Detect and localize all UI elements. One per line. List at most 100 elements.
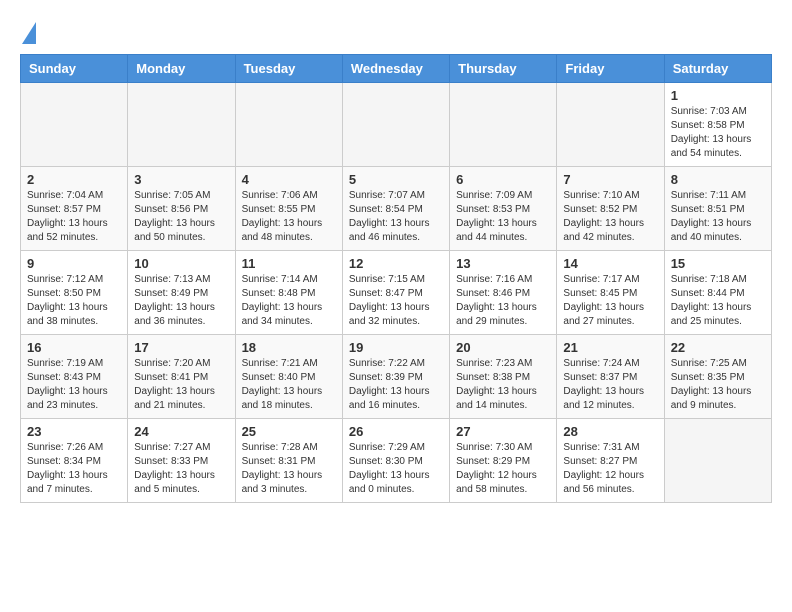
calendar-cell: 23 Sunrise: 7:26 AM Sunset: 8:34 PM Dayli… xyxy=(21,419,128,503)
day-info: Sunrise: 7:20 AM Sunset: 8:41 PM Dayligh… xyxy=(134,357,228,413)
calendar-cell: 20 Sunrise: 7:23 AM Sunset: 8:38 PM Dayli… xyxy=(450,335,557,419)
day-info: Sunrise: 7:29 AM Sunset: 8:30 PM Dayligh… xyxy=(349,441,443,497)
day-number: 19 xyxy=(349,340,443,355)
day-info: Sunrise: 7:05 AM Sunset: 8:56 PM Dayligh… xyxy=(134,189,228,245)
day-number: 28 xyxy=(563,424,657,439)
day-info: Sunrise: 7:21 AM Sunset: 8:40 PM Dayligh… xyxy=(242,357,336,413)
day-number: 22 xyxy=(671,340,765,355)
col-header-wednesday: Wednesday xyxy=(342,55,449,83)
logo xyxy=(20,20,36,44)
day-number: 12 xyxy=(349,256,443,271)
day-info: Sunrise: 7:23 AM Sunset: 8:38 PM Dayligh… xyxy=(456,357,550,413)
calendar-week-4: 23 Sunrise: 7:26 AM Sunset: 8:34 PM Dayli… xyxy=(21,419,772,503)
day-info: Sunrise: 7:31 AM Sunset: 8:27 PM Dayligh… xyxy=(563,441,657,497)
calendar-cell xyxy=(128,83,235,167)
col-header-monday: Monday xyxy=(128,55,235,83)
day-info: Sunrise: 7:27 AM Sunset: 8:33 PM Dayligh… xyxy=(134,441,228,497)
calendar-cell: 7 Sunrise: 7:10 AM Sunset: 8:52 PM Daylig… xyxy=(557,167,664,251)
day-number: 11 xyxy=(242,256,336,271)
day-number: 18 xyxy=(242,340,336,355)
calendar-cell: 1Sunrise: 7:03 AM Sunset: 8:58 PM Daylig… xyxy=(664,83,771,167)
calendar-week-3: 16 Sunrise: 7:19 AM Sunset: 8:43 PM Dayli… xyxy=(21,335,772,419)
calendar-cell: 25 Sunrise: 7:28 AM Sunset: 8:31 PM Dayli… xyxy=(235,419,342,503)
col-header-tuesday: Tuesday xyxy=(235,55,342,83)
day-info: Sunrise: 7:03 AM Sunset: 8:58 PM Dayligh… xyxy=(671,105,765,161)
day-number: 14 xyxy=(563,256,657,271)
day-info: Sunrise: 7:18 AM Sunset: 8:44 PM Dayligh… xyxy=(671,273,765,329)
calendar-cell: 3 Sunrise: 7:05 AM Sunset: 8:56 PM Daylig… xyxy=(128,167,235,251)
calendar-cell: 2 Sunrise: 7:04 AM Sunset: 8:57 PM Daylig… xyxy=(21,167,128,251)
day-info: Sunrise: 7:09 AM Sunset: 8:53 PM Dayligh… xyxy=(456,189,550,245)
day-info: Sunrise: 7:28 AM Sunset: 8:31 PM Dayligh… xyxy=(242,441,336,497)
day-info: Sunrise: 7:19 AM Sunset: 8:43 PM Dayligh… xyxy=(27,357,121,413)
day-number: 5 xyxy=(349,172,443,187)
calendar-cell: 15 Sunrise: 7:18 AM Sunset: 8:44 PM Dayli… xyxy=(664,251,771,335)
day-number: 23 xyxy=(27,424,121,439)
day-info: Sunrise: 7:13 AM Sunset: 8:49 PM Dayligh… xyxy=(134,273,228,329)
day-number: 24 xyxy=(134,424,228,439)
day-info: Sunrise: 7:11 AM Sunset: 8:51 PM Dayligh… xyxy=(671,189,765,245)
calendar-cell xyxy=(450,83,557,167)
day-number: 15 xyxy=(671,256,765,271)
day-info: Sunrise: 7:25 AM Sunset: 8:35 PM Dayligh… xyxy=(671,357,765,413)
day-number: 20 xyxy=(456,340,550,355)
calendar-cell: 12 Sunrise: 7:15 AM Sunset: 8:47 PM Dayli… xyxy=(342,251,449,335)
col-header-sunday: Sunday xyxy=(21,55,128,83)
calendar-cell: 17 Sunrise: 7:20 AM Sunset: 8:41 PM Dayli… xyxy=(128,335,235,419)
day-info: Sunrise: 7:10 AM Sunset: 8:52 PM Dayligh… xyxy=(563,189,657,245)
calendar-cell: 22 Sunrise: 7:25 AM Sunset: 8:35 PM Dayli… xyxy=(664,335,771,419)
calendar-cell: 11 Sunrise: 7:14 AM Sunset: 8:48 PM Dayli… xyxy=(235,251,342,335)
day-number: 10 xyxy=(134,256,228,271)
calendar-cell: 6 Sunrise: 7:09 AM Sunset: 8:53 PM Daylig… xyxy=(450,167,557,251)
calendar-cell: 27 Sunrise: 7:30 AM Sunset: 8:29 PM Dayli… xyxy=(450,419,557,503)
calendar-cell: 19 Sunrise: 7:22 AM Sunset: 8:39 PM Dayli… xyxy=(342,335,449,419)
calendar-table: SundayMondayTuesdayWednesdayThursdayFrid… xyxy=(20,54,772,503)
day-info: Sunrise: 7:07 AM Sunset: 8:54 PM Dayligh… xyxy=(349,189,443,245)
day-info: Sunrise: 7:15 AM Sunset: 8:47 PM Dayligh… xyxy=(349,273,443,329)
day-number: 3 xyxy=(134,172,228,187)
calendar-cell: 9 Sunrise: 7:12 AM Sunset: 8:50 PM Daylig… xyxy=(21,251,128,335)
calendar-cell xyxy=(235,83,342,167)
day-number: 2 xyxy=(27,172,121,187)
day-number: 27 xyxy=(456,424,550,439)
calendar-cell: 10 Sunrise: 7:13 AM Sunset: 8:49 PM Dayli… xyxy=(128,251,235,335)
day-info: Sunrise: 7:17 AM Sunset: 8:45 PM Dayligh… xyxy=(563,273,657,329)
calendar-cell: 13 Sunrise: 7:16 AM Sunset: 8:46 PM Dayli… xyxy=(450,251,557,335)
day-number: 4 xyxy=(242,172,336,187)
calendar-cell xyxy=(342,83,449,167)
calendar-cell: 28 Sunrise: 7:31 AM Sunset: 8:27 PM Dayli… xyxy=(557,419,664,503)
calendar-cell xyxy=(21,83,128,167)
calendar-cell: 8 Sunrise: 7:11 AM Sunset: 8:51 PM Daylig… xyxy=(664,167,771,251)
day-number: 13 xyxy=(456,256,550,271)
calendar-week-0: 1Sunrise: 7:03 AM Sunset: 8:58 PM Daylig… xyxy=(21,83,772,167)
day-number: 8 xyxy=(671,172,765,187)
calendar-cell: 5 Sunrise: 7:07 AM Sunset: 8:54 PM Daylig… xyxy=(342,167,449,251)
calendar-cell xyxy=(664,419,771,503)
page-header xyxy=(20,20,772,44)
day-number: 7 xyxy=(563,172,657,187)
day-info: Sunrise: 7:24 AM Sunset: 8:37 PM Dayligh… xyxy=(563,357,657,413)
calendar-week-2: 9 Sunrise: 7:12 AM Sunset: 8:50 PM Daylig… xyxy=(21,251,772,335)
calendar-cell: 16 Sunrise: 7:19 AM Sunset: 8:43 PM Dayli… xyxy=(21,335,128,419)
day-number: 25 xyxy=(242,424,336,439)
calendar-cell: 4 Sunrise: 7:06 AM Sunset: 8:55 PM Daylig… xyxy=(235,167,342,251)
calendar-cell: 21Sunrise: 7:24 AM Sunset: 8:37 PM Dayli… xyxy=(557,335,664,419)
calendar-cell: 14 Sunrise: 7:17 AM Sunset: 8:45 PM Dayli… xyxy=(557,251,664,335)
col-header-thursday: Thursday xyxy=(450,55,557,83)
day-info: Sunrise: 7:04 AM Sunset: 8:57 PM Dayligh… xyxy=(27,189,121,245)
day-info: Sunrise: 7:14 AM Sunset: 8:48 PM Dayligh… xyxy=(242,273,336,329)
day-info: Sunrise: 7:30 AM Sunset: 8:29 PM Dayligh… xyxy=(456,441,550,497)
calendar-cell: 26 Sunrise: 7:29 AM Sunset: 8:30 PM Dayli… xyxy=(342,419,449,503)
day-number: 6 xyxy=(456,172,550,187)
day-number: 17 xyxy=(134,340,228,355)
day-number: 16 xyxy=(27,340,121,355)
calendar-cell: 24 Sunrise: 7:27 AM Sunset: 8:33 PM Dayli… xyxy=(128,419,235,503)
calendar-cell xyxy=(557,83,664,167)
day-info: Sunrise: 7:06 AM Sunset: 8:55 PM Dayligh… xyxy=(242,189,336,245)
day-info: Sunrise: 7:26 AM Sunset: 8:34 PM Dayligh… xyxy=(27,441,121,497)
day-info: Sunrise: 7:16 AM Sunset: 8:46 PM Dayligh… xyxy=(456,273,550,329)
day-info: Sunrise: 7:12 AM Sunset: 8:50 PM Dayligh… xyxy=(27,273,121,329)
day-number: 9 xyxy=(27,256,121,271)
day-info: Sunrise: 7:22 AM Sunset: 8:39 PM Dayligh… xyxy=(349,357,443,413)
day-number: 26 xyxy=(349,424,443,439)
